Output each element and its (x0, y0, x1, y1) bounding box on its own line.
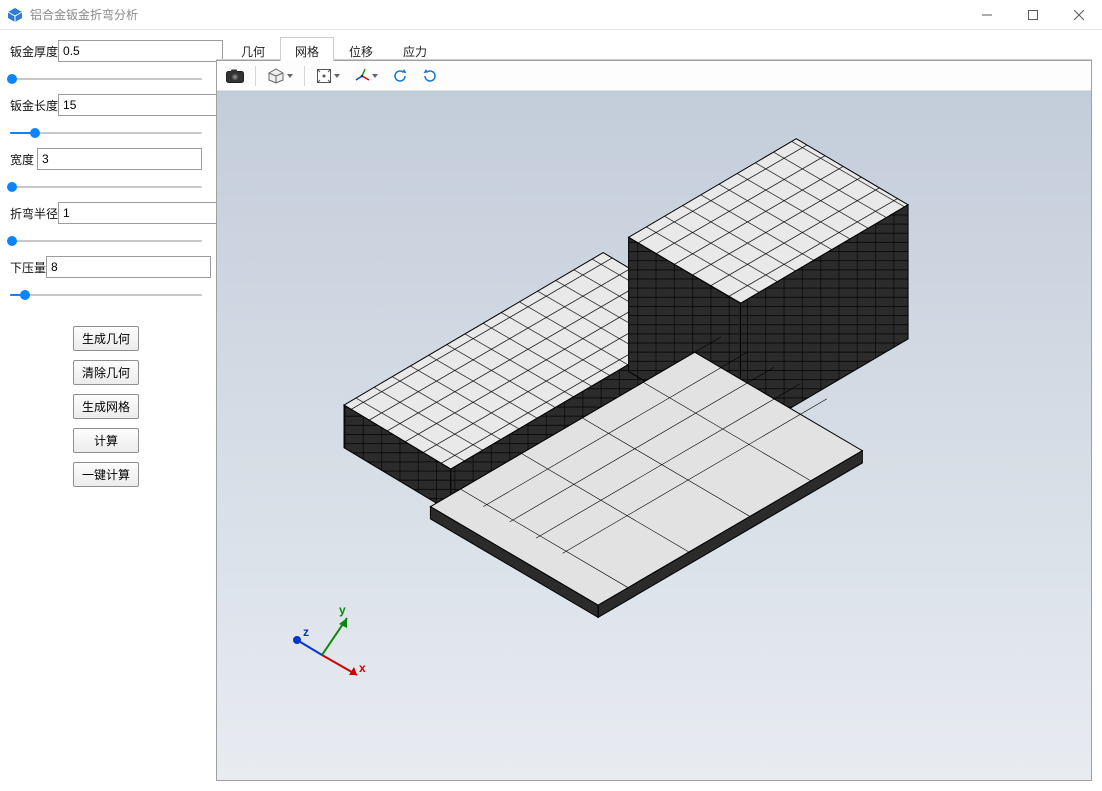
clear-geometry-button[interactable]: 清除几何 (73, 360, 139, 385)
param-label-length: 钣金长度 (10, 97, 58, 114)
tab-mesh[interactable]: 网格 (280, 37, 334, 61)
app-icon (6, 6, 24, 24)
one-click-compute-button[interactable]: 一键计算 (73, 462, 139, 487)
orbit-axes-icon[interactable] (349, 64, 383, 88)
param-label-width: 宽度 (10, 151, 37, 168)
width-slider[interactable] (10, 182, 202, 192)
view-cube-icon[interactable] (262, 64, 298, 88)
param-label-press-amount: 下压量 (10, 259, 46, 276)
param-press-amount: 下压量 (10, 256, 202, 300)
titlebar: 铝合金钣金折弯分析 (0, 0, 1102, 30)
tab-displacement[interactable]: 位移 (334, 37, 388, 61)
tab-stress[interactable]: 应力 (388, 37, 442, 61)
rotate-cw-icon[interactable] (417, 64, 443, 88)
generate-mesh-button[interactable]: 生成网格 (73, 394, 139, 419)
close-button[interactable] (1056, 0, 1102, 30)
press-amount-slider[interactable] (10, 290, 202, 300)
minimize-button[interactable] (964, 0, 1010, 30)
param-bend-radius: 折弯半径 (10, 202, 202, 246)
param-label-bend-radius: 折弯半径 (10, 205, 58, 222)
toolbar-separator (255, 66, 256, 86)
param-length: 钣金长度 (10, 94, 202, 138)
param-label-thickness: 钣金厚度 (10, 43, 58, 60)
length-slider[interactable] (10, 128, 202, 138)
length-input[interactable] (58, 94, 223, 116)
width-input[interactable] (37, 148, 202, 170)
bend-radius-input[interactable] (58, 202, 223, 224)
press-amount-input[interactable] (46, 256, 211, 278)
bend-radius-slider[interactable] (10, 236, 202, 246)
compute-button[interactable]: 计算 (73, 428, 139, 453)
param-width: 宽度 (10, 148, 202, 192)
axis-y-label: y (339, 603, 346, 617)
axis-z-label: z (303, 625, 309, 639)
sidebar: 钣金厚度 钣金长度 宽度 (0, 30, 210, 791)
axis-x-label: x (359, 661, 366, 675)
graphics-panel: x y z (216, 60, 1092, 781)
axis-triad: x y z (287, 600, 377, 690)
zoom-extents-icon[interactable] (311, 64, 345, 88)
thickness-slider[interactable] (10, 74, 202, 84)
generate-geometry-button[interactable]: 生成几何 (73, 326, 139, 351)
param-thickness: 钣金厚度 (10, 40, 202, 84)
toolbar-separator (304, 66, 305, 86)
screenshot-icon[interactable] (221, 64, 249, 88)
main-panel: 几何 网格 位移 应力 (210, 30, 1102, 791)
viewport[interactable]: x y z (217, 91, 1091, 780)
tabs: 几何 网格 位移 应力 (216, 36, 1092, 60)
graphics-toolbar (217, 61, 1091, 91)
rotate-ccw-icon[interactable] (387, 64, 413, 88)
tab-geometry[interactable]: 几何 (226, 37, 280, 61)
maximize-button[interactable] (1010, 0, 1056, 30)
thickness-input[interactable] (58, 40, 223, 62)
window-controls (964, 0, 1102, 30)
window-title: 铝合金钣金折弯分析 (30, 6, 138, 23)
